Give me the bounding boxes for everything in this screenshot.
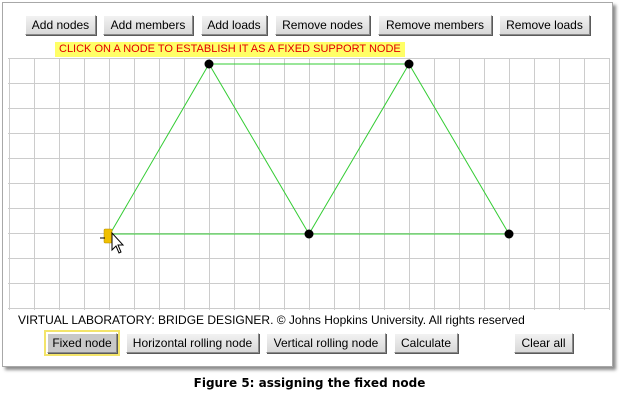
calculate-button[interactable]: Calculate [394, 333, 458, 353]
remove-nodes-button[interactable]: Remove nodes [275, 15, 370, 35]
truss-nodes [103, 59, 514, 244]
fixed-support-marker[interactable] [103, 228, 113, 244]
add-loads-button[interactable]: Add loads [201, 15, 267, 35]
node[interactable] [504, 229, 514, 239]
mouse-pointer-icon [100, 231, 125, 254]
add-nodes-button[interactable]: Add nodes [25, 15, 96, 35]
remove-members-button[interactable]: Remove members [378, 15, 492, 35]
grid-lines [8, 58, 610, 310]
node[interactable] [404, 59, 414, 69]
copyright-text: VIRTUAL LABORATORY: BRIDGE DESIGNER. © J… [18, 313, 525, 327]
node[interactable] [304, 229, 314, 239]
design-grid[interactable] [8, 58, 610, 310]
instruction-banner: CLICK ON A NODE TO ESTABLISH IT AS A FIX… [55, 42, 405, 57]
remove-loads-button[interactable]: Remove loads [499, 15, 590, 35]
clear-all-button[interactable]: Clear all [514, 333, 573, 353]
fixed-node-button[interactable]: Fixed node [44, 330, 120, 356]
figure-caption: Figure 5: assigning the fixed node [193, 376, 426, 390]
horizontal-rolling-node-button[interactable]: Horizontal rolling node [126, 333, 259, 353]
add-members-button[interactable]: Add members [103, 15, 193, 35]
vertical-rolling-node-button[interactable]: Vertical rolling node [266, 333, 386, 353]
node[interactable] [204, 59, 214, 69]
